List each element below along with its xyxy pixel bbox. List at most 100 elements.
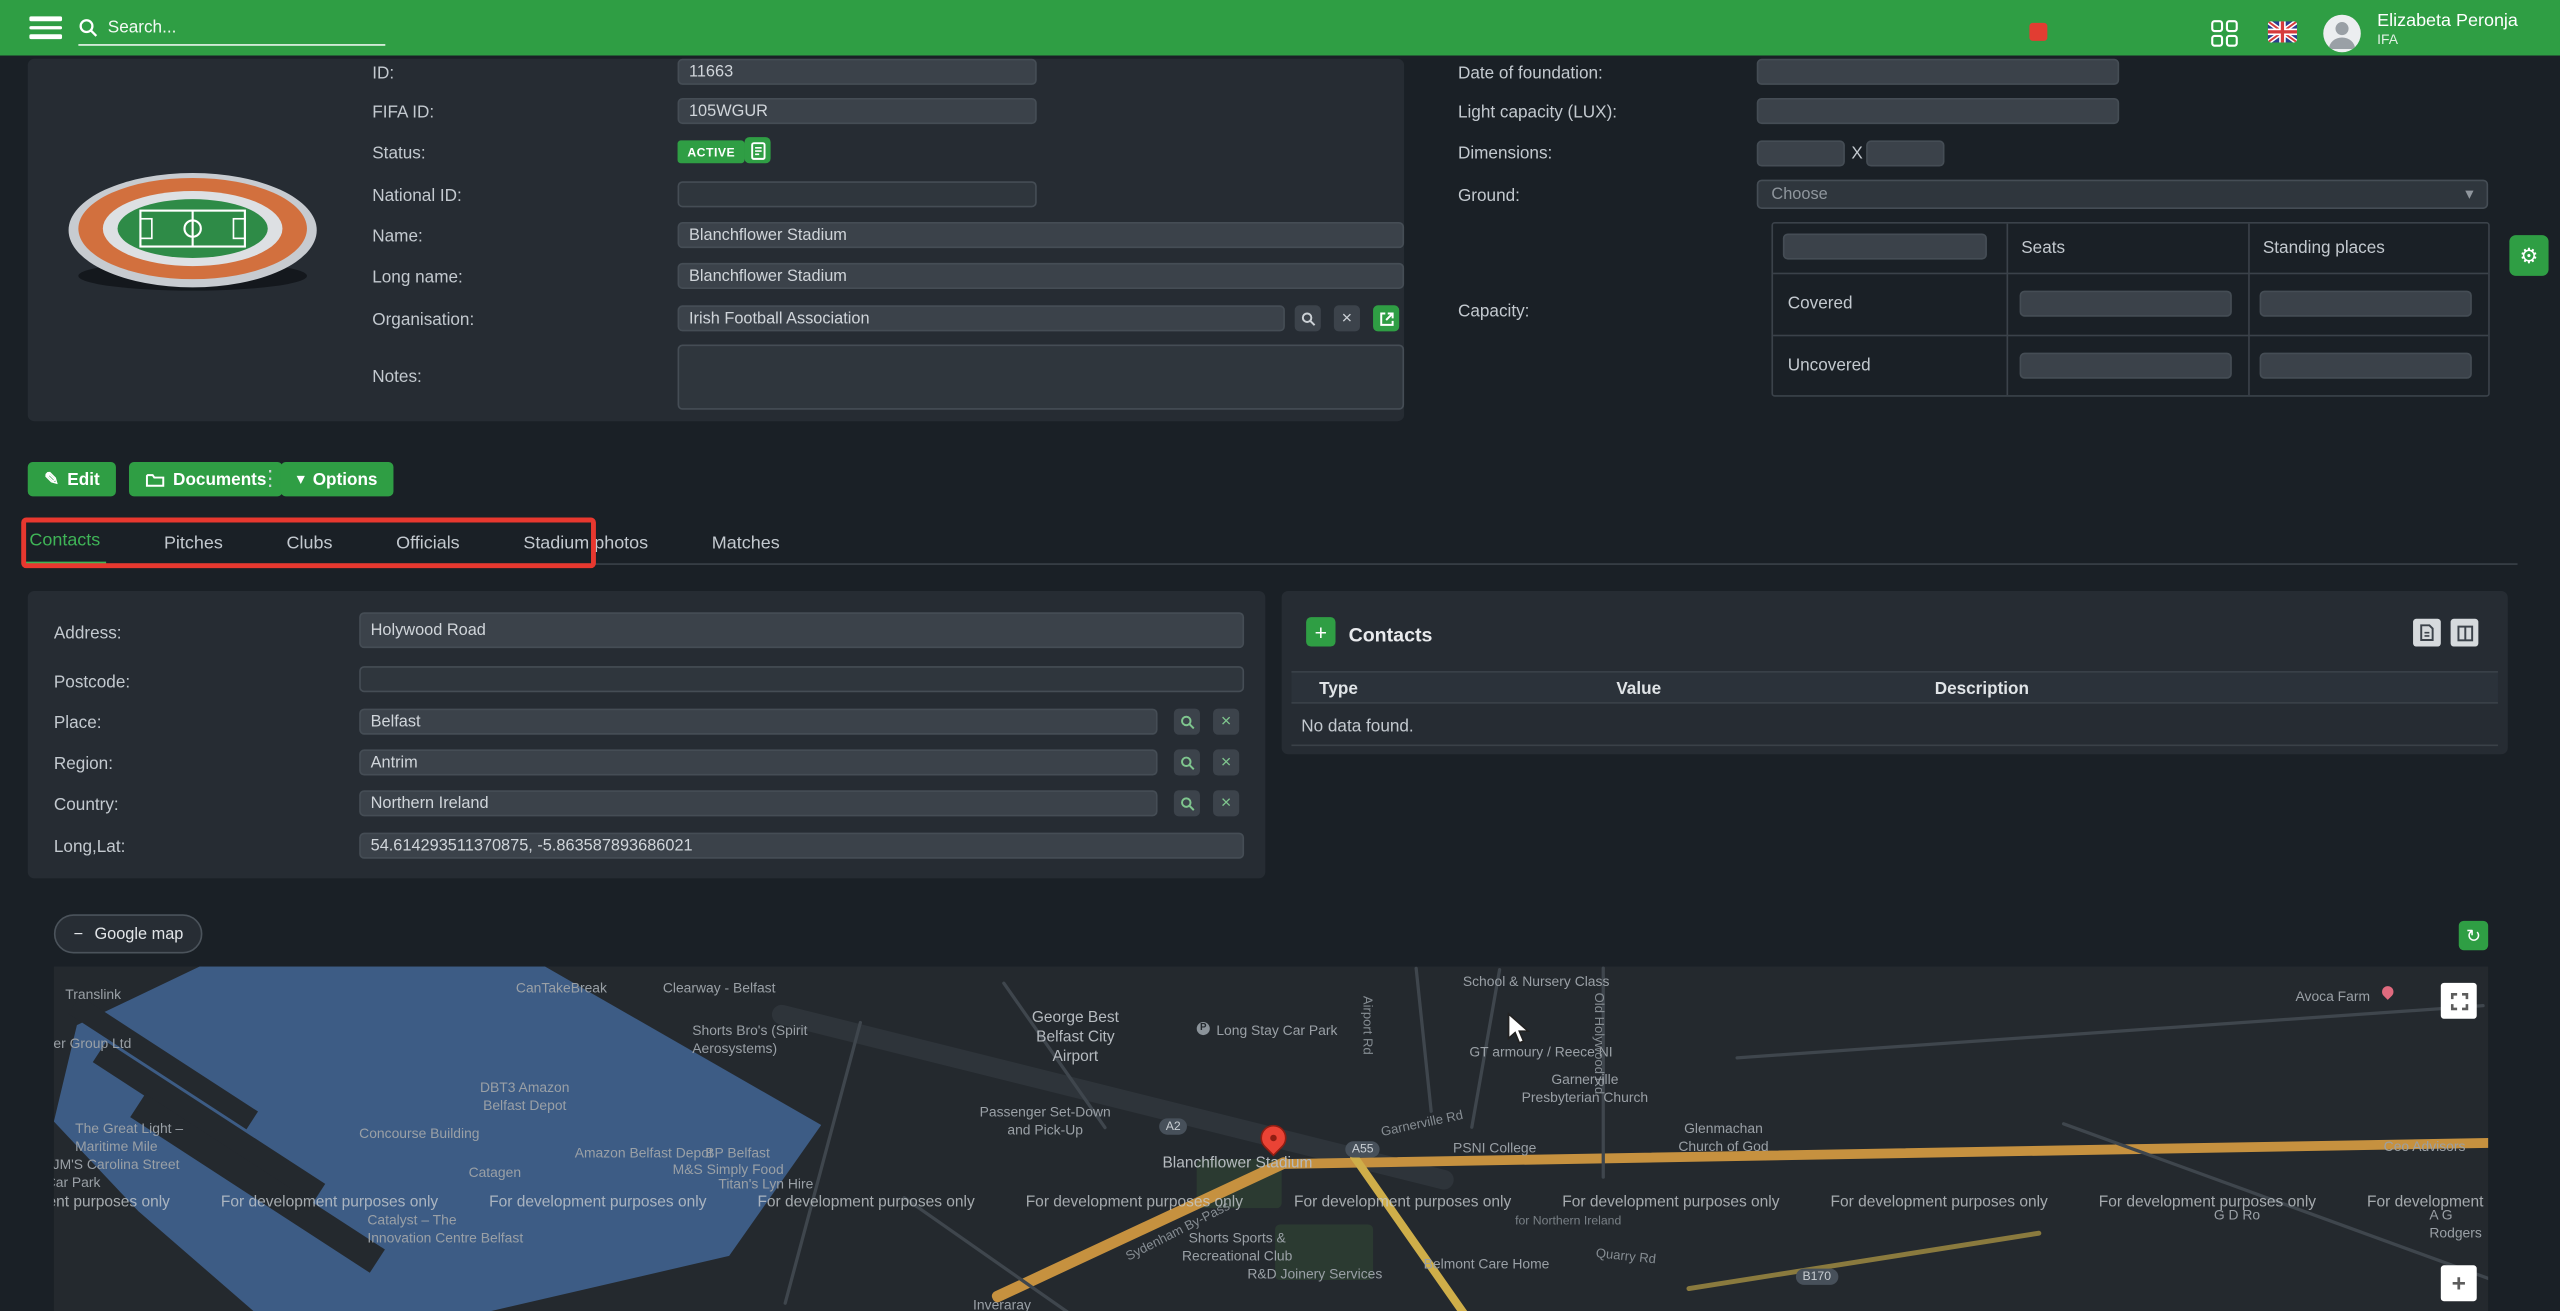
status-label: Status: bbox=[372, 144, 425, 164]
place-label: Place: bbox=[54, 713, 102, 733]
country-search-button[interactable] bbox=[1174, 790, 1200, 816]
search-icon bbox=[1180, 796, 1195, 811]
region-clear-button[interactable]: × bbox=[1213, 749, 1239, 775]
google-map-toggle[interactable]: − Google map bbox=[54, 914, 203, 953]
organisation-clear-button[interactable]: × bbox=[1334, 305, 1360, 331]
status-history-button[interactable] bbox=[744, 137, 770, 163]
user-menu[interactable]: Elizabeta Peronja IFA bbox=[2377, 11, 2518, 48]
tab-clubs[interactable]: Clubs bbox=[280, 534, 339, 565]
map-label: G D Ro bbox=[2214, 1207, 2260, 1224]
map-label: Airport Rd bbox=[1358, 996, 1374, 1055]
map-label: GT armoury / Reece NI bbox=[1469, 1043, 1612, 1060]
region-search-button[interactable] bbox=[1174, 749, 1200, 775]
export-contacts-button[interactable] bbox=[2413, 619, 2441, 647]
map-watermark: For development purposes only bbox=[1562, 1193, 1779, 1211]
address-field[interactable] bbox=[359, 612, 1244, 648]
tab-pitches[interactable]: Pitches bbox=[157, 534, 229, 565]
place-field[interactable] bbox=[359, 709, 1157, 735]
chevron-down-icon: ▾ bbox=[2465, 185, 2473, 203]
contacts-title: Contacts bbox=[1349, 624, 1433, 647]
capacity-uncovered-standing-field[interactable] bbox=[2260, 353, 2472, 379]
settings-flyout-button[interactable]: ⚙ bbox=[2509, 235, 2548, 276]
capacity-covered-standing-field[interactable] bbox=[2260, 291, 2472, 317]
place-search-button[interactable] bbox=[1174, 709, 1200, 735]
map-road-minor bbox=[1002, 981, 1108, 1130]
country-field[interactable] bbox=[359, 790, 1157, 816]
dimensions-height-field[interactable] bbox=[1866, 140, 1944, 166]
documents-button-label: Documents bbox=[173, 469, 266, 489]
map-fullscreen-button[interactable] bbox=[2441, 983, 2477, 1019]
notes-field[interactable] bbox=[678, 344, 1405, 409]
organisation-label: Organisation: bbox=[372, 310, 474, 330]
contacts-col-type: Type bbox=[1319, 679, 1358, 699]
map-zoom-in-button[interactable]: + bbox=[2441, 1265, 2477, 1301]
search-icon bbox=[1180, 755, 1195, 770]
tab-officials[interactable]: Officials bbox=[390, 534, 467, 565]
capacity-covered-seats-field[interactable] bbox=[2020, 291, 2232, 317]
fullscreen-icon bbox=[2450, 992, 2468, 1010]
country-label: Country: bbox=[54, 795, 119, 815]
global-search bbox=[78, 10, 385, 46]
detail-tabs: Contacts Pitches Clubs Officials Stadium… bbox=[23, 522, 786, 564]
address-label: Address: bbox=[54, 624, 122, 644]
plus-icon: + bbox=[1315, 620, 1327, 644]
postcode-field[interactable] bbox=[359, 666, 1244, 692]
close-icon: × bbox=[1221, 753, 1232, 773]
dimensions-width-field[interactable] bbox=[1757, 140, 1845, 166]
fifa-id-label: FIFA ID: bbox=[372, 103, 434, 123]
map-label: Clearway - Belfast bbox=[663, 980, 776, 997]
gear-icon: ⚙ bbox=[2519, 242, 2538, 268]
map-road-minor bbox=[1602, 967, 1605, 1179]
map-watermark: For development purposes only bbox=[757, 1193, 974, 1211]
organisation-search-button[interactable] bbox=[1295, 305, 1321, 331]
chevron-down-icon: ▾ bbox=[297, 470, 304, 488]
map-watermark: For development purposes only bbox=[1294, 1193, 1511, 1211]
user-avatar[interactable] bbox=[2323, 15, 2361, 53]
hamburger-menu-icon[interactable] bbox=[29, 16, 62, 39]
ground-select[interactable]: Choose ▾ bbox=[1757, 180, 2488, 209]
region-field[interactable] bbox=[359, 749, 1157, 775]
google-map[interactable]: Translinkber Group LtdThe Great Light – … bbox=[54, 967, 2488, 1311]
external-link-icon bbox=[1379, 311, 1394, 326]
search-input[interactable] bbox=[108, 17, 369, 37]
light-capacity-field[interactable] bbox=[1757, 98, 2119, 124]
parking-icon: P bbox=[1197, 1022, 1210, 1035]
user-name: Elizabeta Peronja bbox=[2377, 11, 2518, 32]
red-indicator bbox=[2029, 23, 2047, 41]
contacts-table-header: Type Value Description bbox=[1291, 671, 2498, 704]
more-actions-icon[interactable]: ⋮ bbox=[260, 465, 281, 491]
file-export-icon bbox=[2420, 624, 2435, 642]
add-contact-button[interactable]: + bbox=[1306, 617, 1335, 646]
country-clear-button[interactable]: × bbox=[1213, 790, 1239, 816]
apps-grid-icon[interactable] bbox=[2211, 20, 2239, 48]
language-flag-icon[interactable] bbox=[2268, 21, 2297, 42]
place-clear-button[interactable]: × bbox=[1213, 709, 1239, 735]
foundation-field[interactable] bbox=[1757, 59, 2119, 85]
options-button[interactable]: ▾ Options bbox=[281, 462, 394, 496]
app-window: Elizabeta Peronja IFA ID: FIFA ID: Statu… bbox=[0, 0, 2560, 1311]
map-refresh-button[interactable]: ↻ bbox=[2459, 921, 2488, 950]
edit-button[interactable]: ✎ Edit bbox=[28, 462, 116, 496]
ground-select-value: Choose bbox=[1771, 185, 1827, 203]
map-watermark: For development purposes only bbox=[2367, 1193, 2488, 1211]
capacity-uncovered-seats-field[interactable] bbox=[2020, 353, 2232, 379]
long-name-field[interactable] bbox=[678, 263, 1405, 289]
columns-toggle-button[interactable] bbox=[2451, 619, 2479, 647]
ground-label: Ground: bbox=[1458, 186, 1520, 206]
tab-stadium-photos[interactable]: Stadium photos bbox=[517, 534, 655, 565]
close-icon: × bbox=[1221, 793, 1232, 813]
tab-matches[interactable]: Matches bbox=[705, 534, 786, 565]
fifa-id-field[interactable] bbox=[678, 98, 1037, 124]
longlat-field[interactable] bbox=[359, 833, 1244, 859]
capacity-filter-field[interactable] bbox=[1783, 233, 1987, 259]
organisation-field[interactable] bbox=[678, 305, 1285, 331]
national-id-field[interactable] bbox=[678, 181, 1037, 207]
name-field[interactable] bbox=[678, 222, 1405, 248]
contacts-table-bottom-border bbox=[1291, 744, 2498, 746]
map-label: School & Nursery Class bbox=[1463, 973, 1610, 990]
id-field[interactable] bbox=[678, 59, 1037, 85]
map-label: Quarry Rd bbox=[1595, 1246, 1657, 1269]
close-icon: × bbox=[1221, 712, 1232, 732]
organisation-open-button[interactable] bbox=[1373, 305, 1399, 331]
tab-contacts[interactable]: Contacts bbox=[23, 531, 107, 565]
